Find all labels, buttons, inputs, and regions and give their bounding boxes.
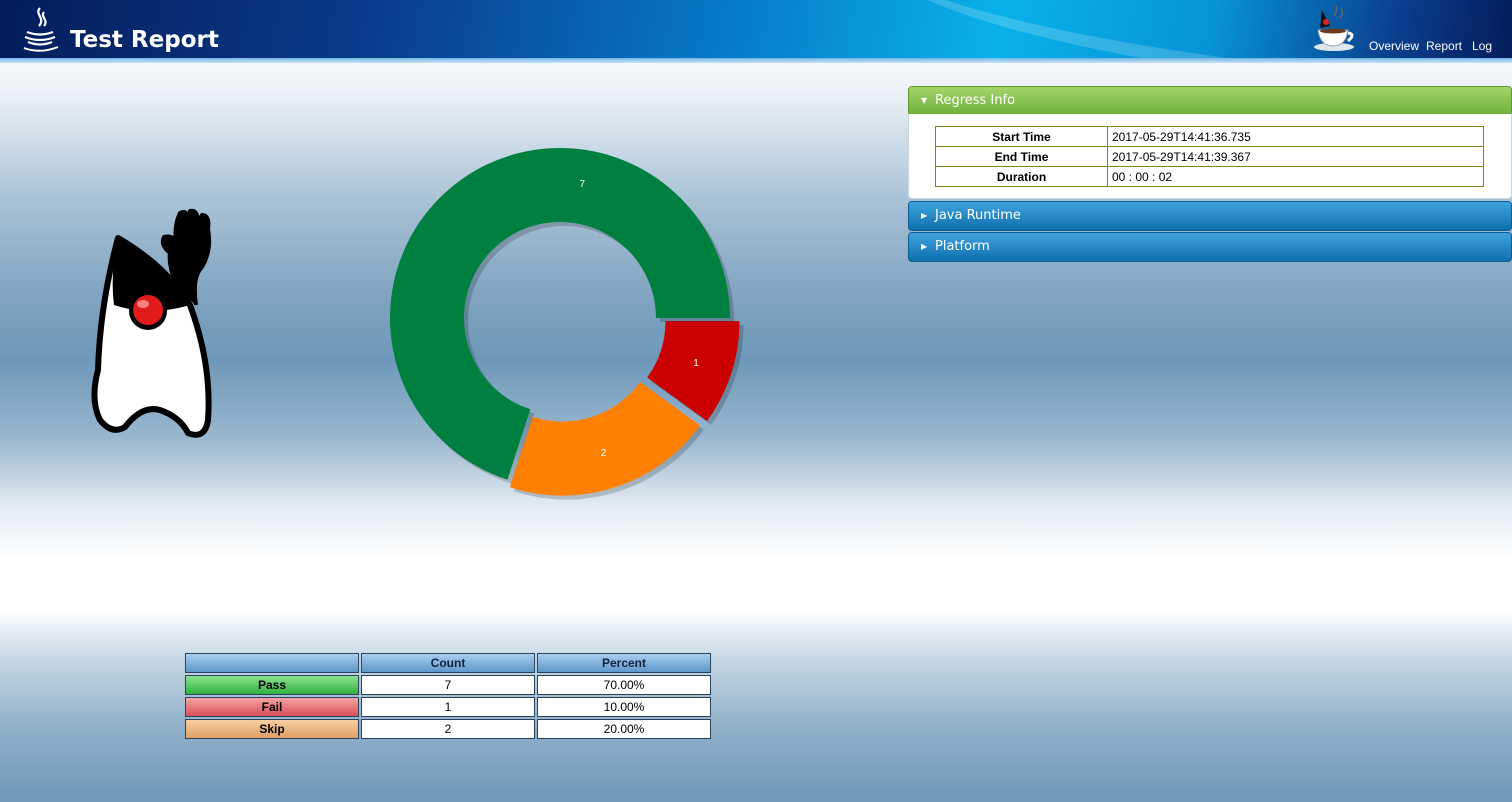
summary-header-percent: Percent	[537, 653, 711, 673]
summary-header-count: Count	[361, 653, 535, 673]
summary-header-blank	[185, 653, 359, 673]
java-logo-icon	[20, 6, 60, 57]
fail-percent: 10.00%	[537, 697, 711, 717]
summary-header-row: Count Percent	[185, 653, 711, 673]
regress-info-panel: Start Time 2017-05-29T14:41:36.735 End T…	[908, 114, 1512, 199]
header: Test Report Overview Report Log	[0, 0, 1512, 58]
donut-label-skip: 2	[601, 448, 607, 459]
nav-report-link[interactable]: Report	[1426, 39, 1462, 53]
duke-mascot-icon	[80, 205, 230, 450]
result-donut-chart: 1 2 7	[390, 148, 744, 500]
header-stripe	[0, 58, 1512, 63]
summary-row-skip: Skip 2 20.00%	[185, 719, 711, 739]
skip-percent: 20.00%	[537, 719, 711, 739]
coffee-cup-icon	[1308, 5, 1358, 57]
skip-label: Skip	[185, 719, 359, 739]
donut-label-fail: 1	[693, 358, 699, 369]
fail-label: Fail	[185, 697, 359, 717]
donut-label-pass: 7	[580, 179, 586, 190]
end-time-label: End Time	[935, 146, 1108, 167]
skip-count: 2	[361, 719, 535, 739]
pass-count: 7	[361, 675, 535, 695]
summary-row-fail: Fail 1 10.00%	[185, 697, 711, 717]
page-title: Test Report	[70, 27, 219, 53]
nav-overview-link[interactable]: Overview	[1369, 39, 1419, 53]
pass-percent: 70.00%	[537, 675, 711, 695]
duration-value: 00 : 00 : 02	[1107, 166, 1484, 187]
java-runtime-title: Java Runtime	[935, 208, 1021, 223]
pass-label: Pass	[185, 675, 359, 695]
java-runtime-header[interactable]: ▶ Java Runtime	[908, 201, 1512, 231]
triangle-right-icon: ▶	[921, 211, 928, 220]
info-row-start: Start Time 2017-05-29T14:41:36.735	[935, 126, 1484, 147]
platform-title: Platform	[935, 239, 990, 254]
donut-segment-skip[interactable]	[509, 382, 701, 496]
regress-info-title: Regress Info	[935, 93, 1016, 108]
nav-log-link[interactable]: Log	[1472, 39, 1492, 53]
triangle-down-icon: ▼	[921, 96, 928, 105]
summary-row-pass: Pass 7 70.00%	[185, 675, 711, 695]
duration-label: Duration	[935, 166, 1108, 187]
regress-info-header[interactable]: ▼ Regress Info	[908, 86, 1512, 116]
platform-header[interactable]: ▶ Platform	[908, 232, 1512, 262]
start-time-value: 2017-05-29T14:41:36.735	[1107, 126, 1484, 147]
summary-table: Count Percent Pass 7 70.00% Fail 1 10.00…	[183, 651, 713, 741]
triangle-right-icon: ▶	[921, 242, 928, 251]
fail-count: 1	[361, 697, 535, 717]
start-time-label: Start Time	[935, 126, 1108, 147]
info-row-end: End Time 2017-05-29T14:41:39.367	[935, 146, 1484, 167]
regress-info-table: Start Time 2017-05-29T14:41:36.735 End T…	[935, 126, 1484, 187]
end-time-value: 2017-05-29T14:41:39.367	[1107, 146, 1484, 167]
info-row-duration: Duration 00 : 00 : 02	[935, 166, 1484, 187]
